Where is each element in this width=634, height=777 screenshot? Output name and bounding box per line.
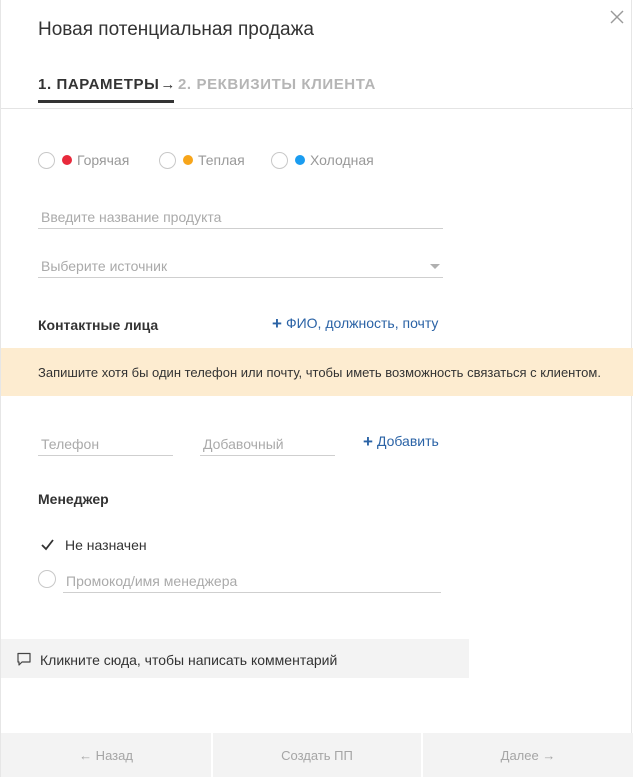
temperature-label: Горячая <box>77 152 130 168</box>
phone-ext-input[interactable] <box>200 433 335 455</box>
radio-button[interactable] <box>159 151 176 169</box>
add-phone-label: Добавить <box>376 433 439 449</box>
create-lead-button[interactable]: Создать ПП <box>213 733 421 777</box>
phone-input[interactable] <box>38 433 173 455</box>
next-button[interactable]: Далее → <box>423 733 633 777</box>
manager-none-option[interactable]: Не назначен <box>38 535 147 555</box>
contact-notice: Запишите хотя бы один телефон или почту,… <box>1 348 633 396</box>
comment-bar[interactable]: Кликните сюда, чтобы написать комментари… <box>1 639 469 678</box>
step-client-details[interactable]: 2. РЕКВИЗИТЫ КЛИЕНТА <box>178 76 376 93</box>
contacts-label: Контактные лица <box>38 317 159 333</box>
phone-field <box>38 433 173 456</box>
warm-dot <box>183 155 193 165</box>
checkmark-icon <box>41 539 54 551</box>
promo-field <box>63 570 441 593</box>
steps-divider <box>1 108 633 109</box>
comment-icon <box>17 652 31 666</box>
add-phone-link[interactable]: + Добавить <box>363 432 439 452</box>
step-indicator: 1. ПАРАМЕТРЫ→ 2. РЕКВИЗИТЫ КЛИЕНТА <box>38 76 376 93</box>
promo-input[interactable] <box>63 570 441 592</box>
chevron-down-icon <box>430 264 440 269</box>
close-icon[interactable] <box>606 6 628 28</box>
new-lead-dialog: Новая потенциальная продажа 1. ПАРАМЕТРЫ… <box>0 0 633 777</box>
temperature-warm-option[interactable]: Теплая <box>159 150 245 170</box>
temperature-cold-option[interactable]: Холодная <box>271 150 374 170</box>
hot-dot <box>62 155 72 165</box>
add-contact-link[interactable]: + ФИО, должность, почту <box>272 314 438 334</box>
active-step-underline <box>38 100 174 103</box>
comment-text: Кликните сюда, чтобы написать комментари… <box>40 652 338 668</box>
promo-radio-button[interactable] <box>38 570 56 588</box>
step-arrow: → <box>160 76 176 93</box>
temperature-label: Холодная <box>310 152 374 168</box>
add-contact-label: ФИО, должность, почту <box>285 315 439 331</box>
temperature-hot-option[interactable]: Горячая <box>38 150 129 170</box>
product-name-input[interactable] <box>38 206 443 228</box>
dialog-title: Новая потенциальная продажа <box>38 19 314 40</box>
plus-icon: + <box>363 432 373 451</box>
phone-ext-field <box>200 433 335 456</box>
step-parameters[interactable]: 1. ПАРАМЕТРЫ <box>38 76 159 93</box>
product-name-field <box>38 206 443 229</box>
cold-dot <box>295 155 305 165</box>
temperature-label: Теплая <box>198 152 245 168</box>
footer-actions: ← Назад Создать ПП Далее → <box>1 733 633 777</box>
back-button[interactable]: ← Назад <box>1 733 211 777</box>
manager-none-label: Не назначен <box>65 537 147 553</box>
radio-button[interactable] <box>38 151 55 169</box>
manager-label: Менеджер <box>38 491 109 507</box>
source-select-value: Выберите источник <box>41 258 168 274</box>
radio-button[interactable] <box>271 151 288 169</box>
plus-icon: + <box>272 314 282 333</box>
source-select[interactable]: Выберите источник <box>38 255 443 278</box>
notice-text: Запишите хотя бы один телефон или почту,… <box>38 365 601 380</box>
